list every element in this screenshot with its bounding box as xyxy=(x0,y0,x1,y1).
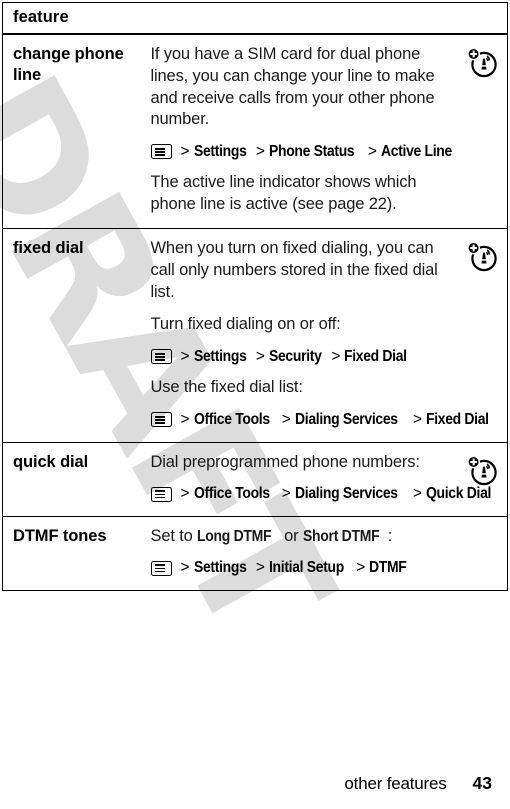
feature-table: feature change phone line If you have a … xyxy=(2,2,509,591)
feature-name-cell: fixed dial xyxy=(2,228,151,443)
path-segment: Fixed Dial xyxy=(344,348,408,366)
feature-icon-cell xyxy=(459,442,509,517)
menu-icon xyxy=(150,349,172,365)
set-to-prefix: Set to xyxy=(150,526,198,545)
table-row: fixed dial When you turn on fixed dialin… xyxy=(2,228,509,443)
description-paragraph: Set to Long DTMF or Short DTMF: xyxy=(151,526,456,548)
table-header-cell: feature xyxy=(2,2,508,35)
footer-page-number: 43 xyxy=(472,773,492,793)
option-short-dtmf: Short DTMF xyxy=(302,527,380,545)
path-separator: > xyxy=(413,411,423,429)
description-paragraph: Turn fixed dialing on or off: xyxy=(150,315,341,334)
description-paragraph: If you have a SIM card for dual phone li… xyxy=(150,45,435,129)
path-separator: > xyxy=(281,485,291,503)
table-row: quick dial Dial preprogrammed phone numb… xyxy=(2,442,509,517)
page-footer: other features 43 xyxy=(0,773,510,799)
table-header-row: feature xyxy=(2,2,508,35)
path-segment: Dialing Services xyxy=(294,485,398,503)
description-paragraph: The active line indicator shows which ph… xyxy=(150,173,417,214)
feature-name-cell: change phone line xyxy=(2,34,151,229)
menu-icon xyxy=(150,144,172,160)
menu-path: > Settings > Security > Fixed Dial xyxy=(150,347,456,366)
feature-description-cell: Set to Long DTMF or Short DTMF: > Settin… xyxy=(150,516,460,591)
path-separator: > xyxy=(356,559,366,577)
path-separator: > xyxy=(331,348,341,366)
feature-name: DTMF tones xyxy=(13,526,107,545)
path-separator: > xyxy=(255,348,265,366)
feature-name-cell: DTMF tones xyxy=(2,516,151,591)
menu-icon xyxy=(150,486,172,502)
manual-page: feature change phone line If you have a … xyxy=(0,0,510,809)
network-service-icon xyxy=(465,239,499,273)
path-segment: DTMF xyxy=(369,559,407,577)
path-separator: > xyxy=(180,559,190,577)
footer-section-title: other features xyxy=(344,774,447,793)
path-separator: > xyxy=(255,559,265,577)
menu-path: > Office Tools > Dialing Services > Quic… xyxy=(150,484,491,503)
network-service-icon xyxy=(465,45,499,79)
path-separator: > xyxy=(255,143,265,161)
path-segment: Office Tools xyxy=(193,411,270,429)
path-segment: Initial Setup xyxy=(268,559,344,577)
path-segment: Phone Status xyxy=(268,143,355,161)
path-segment: Office Tools xyxy=(193,485,270,503)
feature-description-cell: When you turn on fixed dialing, you can … xyxy=(150,228,489,443)
table-row: change phone line If you have a SIM card… xyxy=(2,34,509,229)
path-separator: > xyxy=(180,485,190,503)
table-header-label: feature xyxy=(13,8,69,26)
path-segment: Settings xyxy=(193,348,247,366)
set-to-suffix: : xyxy=(387,526,393,545)
menu-icon xyxy=(150,412,172,428)
menu-icon xyxy=(150,560,172,576)
menu-path: > Settings > Initial Setup > DTMF xyxy=(150,558,456,577)
path-separator: > xyxy=(281,411,291,429)
feature-name-cell: quick dial xyxy=(2,442,151,517)
path-segment: Security xyxy=(268,348,322,366)
description-paragraph: Dial preprogrammed phone numbers: xyxy=(150,452,420,471)
path-separator: > xyxy=(180,348,190,366)
feature-name: fixed dial xyxy=(13,238,84,257)
feature-description-cell: Dial preprogrammed phone numbers: > Offi… xyxy=(150,442,491,517)
description-paragraph: When you turn on fixed dialing, you can … xyxy=(150,238,438,301)
path-segment: Quick Dial xyxy=(426,485,492,503)
path-segment: Active Line xyxy=(380,143,452,161)
menu-path: > Settings > Phone Status > Active Line xyxy=(150,142,456,161)
option-conjunction: or xyxy=(279,526,303,545)
menu-path: > Office Tools > Dialing Services > Fixe… xyxy=(150,410,489,429)
path-segment: Settings xyxy=(193,559,247,577)
network-service-icon xyxy=(465,453,499,487)
feature-icon-cell xyxy=(459,34,509,229)
option-long-dtmf: Long DTMF xyxy=(197,527,272,545)
path-separator: > xyxy=(180,143,190,161)
feature-name: quick dial xyxy=(13,452,89,471)
path-segment: Settings xyxy=(193,143,247,161)
table-row: DTMF tones Set to Long DTMF or Short DTM… xyxy=(2,516,509,591)
feature-name: change phone line xyxy=(13,45,124,85)
path-separator: > xyxy=(180,411,190,429)
path-separator: > xyxy=(367,143,377,161)
description-paragraph: Use the fixed dial list: xyxy=(150,378,303,397)
path-segment: Dialing Services xyxy=(294,411,398,429)
path-separator: > xyxy=(413,485,423,503)
feature-description-cell: If you have a SIM card for dual phone li… xyxy=(150,34,460,229)
feature-icon-cell xyxy=(459,516,509,591)
path-segment: Fixed Dial xyxy=(426,411,489,429)
